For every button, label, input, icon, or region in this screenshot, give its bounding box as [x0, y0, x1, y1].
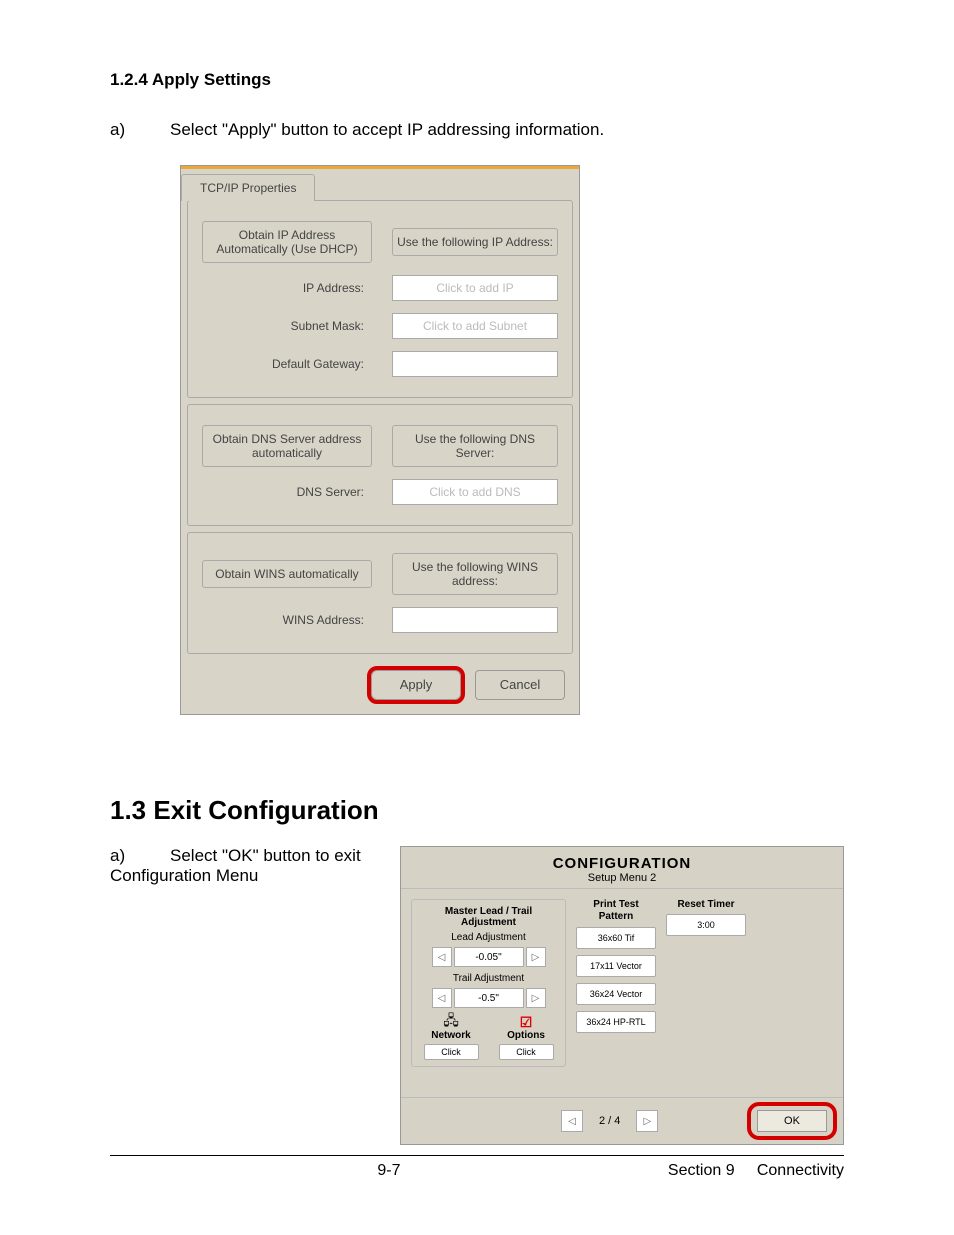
network-icon: 🖧 — [424, 1014, 479, 1030]
trail-value: -0.5" — [454, 988, 524, 1008]
lead-stepper: ◁ -0.05" ▷ — [418, 947, 559, 967]
trail-increment[interactable]: ▷ — [526, 988, 546, 1008]
footer-section: Section 9 Connectivity — [668, 1162, 844, 1180]
subnet-label: Subnet Mask: — [202, 319, 372, 333]
config-title: CONFIGURATION — [401, 855, 843, 872]
trail-label: Trail Adjustment — [418, 973, 559, 984]
ok-button[interactable]: OK — [757, 1110, 827, 1132]
step-letter: a) — [110, 846, 170, 866]
tab-tcpip[interactable]: TCP/IP Properties — [181, 174, 315, 201]
network-click-button[interactable]: Click — [424, 1044, 479, 1060]
obtain-ip-button[interactable]: Obtain IP Address Automatically (Use DHC… — [202, 221, 372, 263]
footer-page-number: 9-7 — [110, 1162, 668, 1180]
pager-value: 2 / 4 — [589, 1115, 630, 1127]
config-subtitle: Setup Menu 2 — [401, 872, 843, 884]
ip-address-input[interactable]: Click to add IP — [392, 275, 558, 301]
trail-decrement[interactable]: ◁ — [432, 988, 452, 1008]
wins-panel: Obtain WINS automatically Use the follow… — [187, 532, 573, 654]
print-test-36x24-hprtl[interactable]: 36x24 HP-RTL — [576, 1011, 656, 1033]
reset-timer-value[interactable]: 3:00 — [666, 914, 746, 936]
dns-input[interactable]: Click to add DNS — [392, 479, 558, 505]
pager-next[interactable]: ▷ — [636, 1110, 658, 1132]
network-label: Network — [424, 1030, 479, 1041]
use-wins-button[interactable]: Use the following WINS address: — [392, 553, 558, 595]
config-header: CONFIGURATION Setup Menu 2 — [401, 847, 843, 889]
step-a-exit: a)Select "OK" button to exit Configurati… — [110, 846, 380, 886]
configuration-screenshot: CONFIGURATION Setup Menu 2 Master Lead /… — [400, 846, 844, 1145]
options-mini: ☑ Options Click — [499, 1014, 554, 1060]
lead-increment[interactable]: ▷ — [526, 947, 546, 967]
step-a-apply: a)Select "Apply" button to accept IP add… — [110, 120, 844, 140]
reset-timer-column: Reset Timer 3:00 — [666, 899, 746, 1067]
config-footer: ◁ 2 / 4 ▷ OK — [401, 1097, 843, 1144]
pager: ◁ 2 / 4 ▷ — [561, 1110, 658, 1132]
heading-1-2-4: 1.2.4 Apply Settings — [110, 70, 844, 90]
print-test-17x11[interactable]: 17x11 Vector — [576, 955, 656, 977]
ip-address-label: IP Address: — [202, 281, 372, 295]
step-text-line1: Select "OK" button to exit — [170, 846, 361, 865]
use-ip-button[interactable]: Use the following IP Address: — [392, 228, 558, 256]
reset-timer-header: Reset Timer — [666, 899, 746, 910]
lead-decrement[interactable]: ◁ — [432, 947, 452, 967]
heading-1-3: 1.3 Exit Configuration — [110, 795, 844, 826]
gateway-input[interactable] — [392, 351, 558, 377]
dns-panel: Obtain DNS Server address automatically … — [187, 404, 573, 526]
obtain-dns-button[interactable]: Obtain DNS Server address automatically — [202, 425, 372, 467]
step-letter: a) — [110, 120, 170, 140]
wins-label: WINS Address: — [202, 613, 372, 627]
subnet-input[interactable]: Click to add Subnet — [392, 313, 558, 339]
pager-prev[interactable]: ◁ — [561, 1110, 583, 1132]
tcpip-dialog: TCP/IP Properties Obtain IP Address Auto… — [180, 165, 580, 715]
gateway-label: Default Gateway: — [202, 357, 372, 371]
ok-highlight: OK — [751, 1106, 833, 1136]
cancel-button[interactable]: Cancel — [475, 670, 565, 700]
step-text-line2: Configuration Menu — [110, 866, 258, 885]
options-click-button[interactable]: Click — [499, 1044, 554, 1060]
network-mini: 🖧 Network Click — [424, 1014, 479, 1060]
options-label: Options — [499, 1030, 554, 1041]
options-icon: ☑ — [499, 1014, 554, 1030]
master-title: Master Lead / Trail Adjustment — [418, 906, 559, 928]
obtain-wins-button[interactable]: Obtain WINS automatically — [202, 560, 372, 588]
dialog-button-row: Apply Cancel — [181, 660, 579, 714]
use-dns-button[interactable]: Use the following DNS Server: — [392, 425, 558, 467]
print-test-36x60[interactable]: 36x60 Tif — [576, 927, 656, 949]
ip-panel: Obtain IP Address Automatically (Use DHC… — [187, 200, 573, 398]
master-adjustment-panel: Master Lead / Trail Adjustment Lead Adju… — [411, 899, 566, 1067]
lead-label: Lead Adjustment — [418, 932, 559, 943]
dns-label: DNS Server: — [202, 485, 372, 499]
print-test-header: Print Test Pattern — [576, 899, 656, 923]
step-text: Select "Apply" button to accept IP addre… — [170, 120, 604, 139]
tab-row: TCP/IP Properties — [181, 169, 579, 200]
print-test-column: Print Test Pattern 36x60 Tif 17x11 Vecto… — [576, 899, 656, 1067]
print-test-36x24-vector[interactable]: 36x24 Vector — [576, 983, 656, 1005]
apply-button[interactable]: Apply — [371, 670, 461, 700]
lead-value: -0.05" — [454, 947, 524, 967]
page-footer: 9-7 Section 9 Connectivity — [110, 1155, 844, 1180]
wins-input[interactable] — [392, 607, 558, 633]
trail-stepper: ◁ -0.5" ▷ — [418, 988, 559, 1008]
